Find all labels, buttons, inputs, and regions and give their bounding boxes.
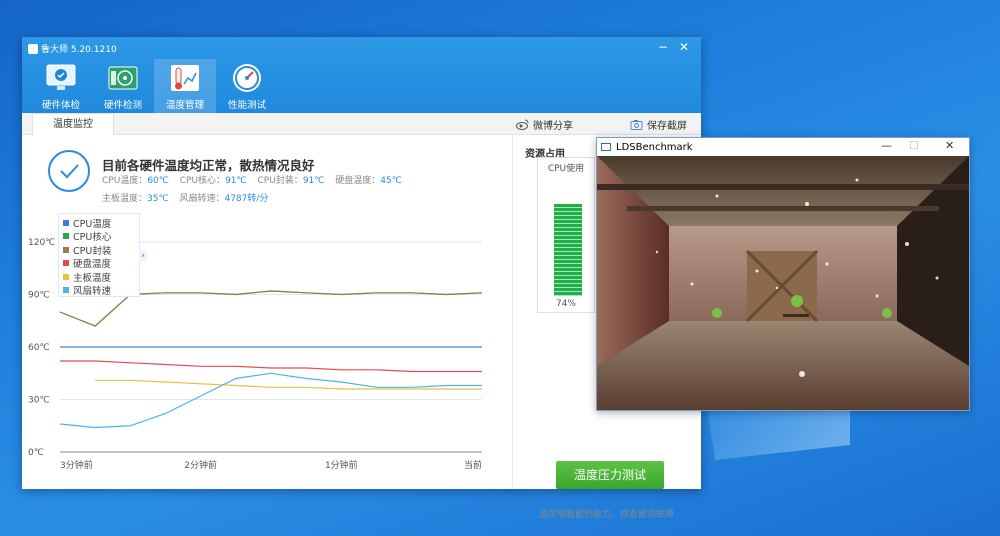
thermometer-icon bbox=[167, 61, 203, 95]
app-title: 鲁大师 5.20.1210 bbox=[28, 42, 117, 55]
nav-temperature[interactable]: 温度管理 bbox=[154, 59, 216, 113]
nav-hardware-detect[interactable]: 硬件检测 bbox=[92, 59, 154, 113]
legend-label: 硬盘温度 bbox=[73, 259, 112, 271]
temperature-chart: 120℃ 90℃ 60℃ 30℃ 0℃ 3分钟前 2分钟前 1分钟前 当前 bbox=[28, 238, 483, 471]
bench-title: LDSBenchmark bbox=[616, 141, 693, 153]
y-tick-label: 60℃ bbox=[28, 343, 50, 353]
legend-swatch bbox=[63, 273, 69, 280]
x-tick-label: 3分钟前 bbox=[60, 459, 93, 471]
window-icon bbox=[601, 143, 611, 151]
speedometer-icon bbox=[229, 61, 265, 95]
benchmark-3d-scene bbox=[597, 156, 969, 410]
board-icon bbox=[105, 61, 141, 95]
screenshot-label: 保存截屏 bbox=[647, 121, 687, 132]
legend-label: CPU温度 bbox=[73, 218, 112, 230]
y-tick-label: 90℃ bbox=[28, 291, 50, 301]
app-logo-icon bbox=[28, 43, 38, 54]
y-tick-label: 0℃ bbox=[28, 448, 44, 458]
ldsbenchmark-window: LDSBenchmark — ☐ ✕ bbox=[596, 137, 970, 411]
legend-swatch bbox=[63, 246, 69, 253]
legend-label: 主板温度 bbox=[73, 272, 112, 284]
series-line bbox=[60, 360, 482, 373]
temperature-panel: 目前各硬件温度均正常，散热情况良好 CPU温度：60℃ CPU核心：91℃ CP… bbox=[22, 135, 512, 489]
nav-label: 性能测试 bbox=[227, 100, 266, 111]
x-tick-label: 2分钟前 bbox=[184, 459, 217, 471]
legend-item[interactable]: CPU温度 bbox=[63, 216, 135, 230]
save-screenshot-button[interactable]: 保存截屏 bbox=[630, 117, 687, 132]
nav-label: 硬件体检 bbox=[41, 100, 80, 111]
share-label: 微博分享 bbox=[533, 121, 573, 132]
legend-label: CPU封装 bbox=[73, 245, 112, 257]
cpu-usage-meter: CPU使用 74% bbox=[537, 157, 595, 313]
y-tick-label: 120℃ bbox=[28, 238, 55, 248]
weibo-share-button[interactable]: 微博分享 bbox=[516, 117, 573, 132]
tab-bar: 温度监控 微博分享 保存截屏 bbox=[22, 113, 701, 135]
legend-item[interactable]: CPU封装 bbox=[63, 243, 135, 257]
legend-label: 风扇转速 bbox=[73, 286, 112, 298]
main-nav: 硬件体检 硬件检测 温度管理 性能测试 bbox=[30, 59, 278, 113]
close-button[interactable]: ✕ bbox=[679, 40, 689, 54]
legend-item[interactable]: 硬盘温度 bbox=[63, 257, 135, 271]
nav-label: 温度管理 bbox=[165, 100, 204, 111]
legend-item[interactable]: 主板温度 bbox=[63, 270, 135, 284]
bench-maximize-button[interactable]: ☐ bbox=[909, 139, 919, 152]
legend-swatch bbox=[63, 287, 69, 294]
weibo-icon bbox=[516, 119, 529, 130]
cpu-usage-percent: 74% bbox=[555, 299, 576, 309]
camera-icon bbox=[630, 120, 643, 130]
stress-test-button[interactable]: 温度压力测试 bbox=[556, 461, 664, 489]
monitor-check-icon bbox=[43, 61, 79, 95]
footer-note: 监控电脑散热能力，排查散热故障 bbox=[539, 510, 675, 520]
cpu-usage-label: CPU使用 bbox=[547, 164, 585, 174]
app-title-text: 鲁大师 5.20.1210 bbox=[41, 45, 117, 55]
legend-swatch bbox=[63, 219, 69, 226]
legend-collapse-icon[interactable]: › bbox=[139, 250, 147, 262]
cpu-usage-bar bbox=[554, 204, 582, 296]
y-tick-label: 30℃ bbox=[28, 396, 50, 406]
bench-minimize-button[interactable]: — bbox=[881, 139, 892, 152]
minimize-button[interactable]: − bbox=[658, 40, 668, 54]
x-tick-label: 当前 bbox=[464, 459, 482, 471]
app-header: 鲁大师 5.20.1210 − ✕ 硬件体检 硬件检测 温度管理 性能测试 bbox=[22, 37, 701, 113]
series-line bbox=[59, 372, 482, 429]
legend-item[interactable]: CPU核心 bbox=[63, 230, 135, 244]
nav-hardware-checkup[interactable]: 硬件体检 bbox=[30, 59, 92, 113]
chart-legend: CPU温度 CPU核心 CPU封装硬盘温度 主板温度风扇转速 › bbox=[58, 213, 147, 298]
tab-temperature-monitor[interactable]: 温度监控 bbox=[32, 113, 114, 135]
series-line bbox=[95, 379, 482, 390]
legend-label: CPU核心 bbox=[73, 232, 112, 244]
nav-performance[interactable]: 性能测试 bbox=[216, 59, 278, 113]
legend-swatch bbox=[63, 233, 69, 240]
bench-titlebar: LDSBenchmark — ☐ ✕ bbox=[597, 138, 969, 156]
nav-label: 硬件检测 bbox=[103, 100, 142, 111]
legend-item[interactable]: 风扇转速 bbox=[63, 284, 135, 298]
bench-close-button[interactable]: ✕ bbox=[945, 139, 954, 152]
x-tick-label: 1分钟前 bbox=[325, 459, 358, 471]
legend-swatch bbox=[63, 260, 69, 267]
